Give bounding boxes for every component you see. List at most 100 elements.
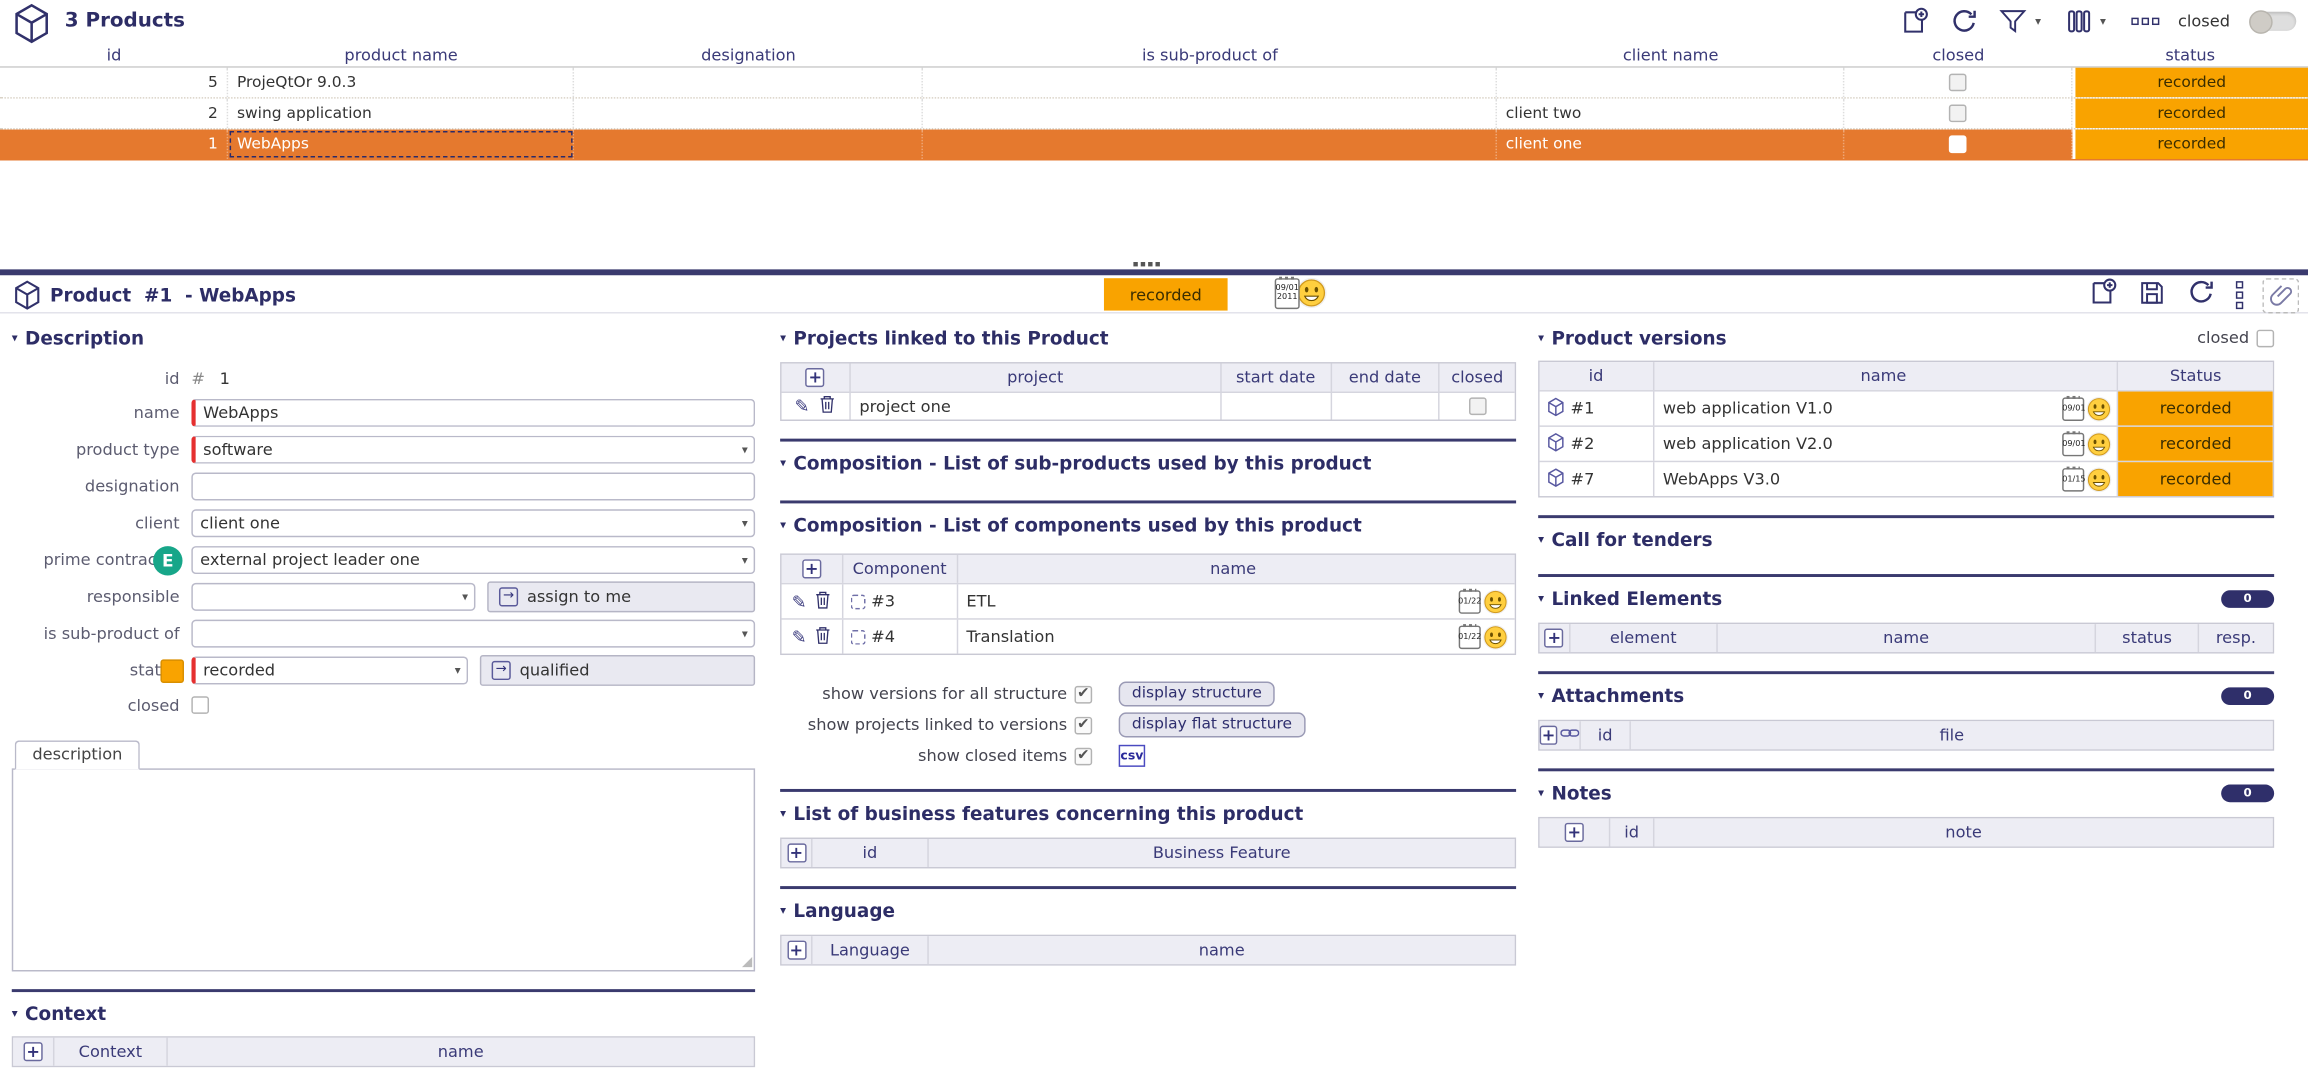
filter-icon[interactable]: ▾ <box>1998 9 2047 34</box>
version-cube-icon <box>1547 397 1565 421</box>
status-select[interactable]: recorded ▾ <box>191 656 468 684</box>
collapse-triangle-icon[interactable]: ▾ <box>780 807 786 820</box>
section-composition-subproducts[interactable]: ▾ Composition - List of sub-products use… <box>780 452 1516 474</box>
collapse-triangle-icon[interactable]: ▾ <box>12 331 18 344</box>
add-row-button[interactable]: + <box>1540 726 1558 745</box>
product-type-select[interactable]: software ▾ <box>191 436 755 464</box>
column-header-product-name[interactable]: product name <box>228 44 574 66</box>
qualified-button[interactable]: → qualified <box>480 655 755 686</box>
add-row-button[interactable]: + <box>802 559 821 578</box>
chevron-down-icon: ▾ <box>736 517 754 530</box>
column-header-client-name[interactable]: client name <box>1497 44 1844 66</box>
section-business-features[interactable]: ▾ List of business features concerning t… <box>780 802 1516 824</box>
component-row[interactable]: ✎ #3 ETL 01/22 <box>782 583 1515 618</box>
section-composition-components[interactable]: ▾ Composition - List of components used … <box>780 514 1516 536</box>
collapse-triangle-icon[interactable]: ▾ <box>780 904 786 917</box>
section-linked-elements[interactable]: ▾ Linked Elements <box>1538 587 1722 609</box>
edit-icon[interactable]: ✎ <box>792 591 807 612</box>
table-row-selected[interactable]: 1 WebApps client one recorded <box>0 130 2308 161</box>
section-call-for-tenders[interactable]: ▾ Call for tenders <box>1538 528 2274 550</box>
section-language[interactable]: ▾ Language <box>780 899 1516 921</box>
delete-icon[interactable] <box>814 590 832 614</box>
collapse-triangle-icon[interactable]: ▾ <box>1538 689 1544 702</box>
version-id: #1 <box>1571 399 1595 418</box>
section-attachments[interactable]: ▾ Attachments <box>1538 684 1684 706</box>
show-closed-checkbox[interactable]: ✔ <box>1075 747 1093 765</box>
refresh-icon[interactable] <box>2186 277 2217 314</box>
collapse-triangle-icon[interactable]: ▾ <box>1538 786 1544 799</box>
add-row-button[interactable]: + <box>24 1042 43 1061</box>
add-row-button[interactable]: + <box>787 843 806 862</box>
add-product-icon[interactable] <box>1898 6 1929 37</box>
closed-checkbox[interactable] <box>1949 135 1967 153</box>
refresh-icon[interactable] <box>1948 6 1979 37</box>
add-row-button[interactable]: + <box>1565 823 1584 842</box>
display-flat-structure-button[interactable]: display flat structure <box>1119 712 1306 737</box>
collapse-triangle-icon[interactable]: ▾ <box>1538 331 1544 344</box>
closed-checkbox[interactable] <box>191 696 209 714</box>
tab-description[interactable]: description <box>15 740 140 769</box>
version-row[interactable]: #1 web application V1.0 09/01 <box>1540 390 2273 425</box>
smiley-icon <box>1482 588 1508 614</box>
closed-checkbox[interactable] <box>1468 397 1486 415</box>
closed-checkbox[interactable] <box>1949 105 1967 123</box>
component-chip-icon <box>851 594 866 609</box>
project-row[interactable]: ✎ project one <box>782 392 1515 420</box>
edit-icon[interactable]: ✎ <box>795 396 810 417</box>
collapse-triangle-icon[interactable]: ▾ <box>780 518 786 531</box>
section-notes[interactable]: ▾ Notes <box>1538 782 1612 804</box>
more-menu-icon[interactable] <box>2236 278 2243 312</box>
show-versions-checkbox[interactable]: ✔ <box>1075 685 1093 703</box>
component-row[interactable]: ✎ #4 Translation <box>782 618 1515 653</box>
more-menu-icon[interactable] <box>2131 15 2159 28</box>
delete-icon[interactable] <box>814 625 832 649</box>
description-textarea[interactable]: ◢ <box>12 768 755 971</box>
add-context-cell: + <box>13 1038 54 1066</box>
option-label: show versions for all structure <box>780 684 1074 703</box>
collapse-triangle-icon[interactable]: ▾ <box>12 1007 18 1020</box>
display-structure-button[interactable]: display structure <box>1119 682 1275 707</box>
csv-export-icon[interactable]: csv <box>1119 745 1145 767</box>
designation-field[interactable] <box>191 472 755 500</box>
attachment-dropzone[interactable] <box>2262 277 2299 312</box>
client-select[interactable]: client one ▾ <box>191 509 755 537</box>
section-projects-linked[interactable]: ▾ Projects linked to this Product <box>780 327 1516 349</box>
add-row-button[interactable]: + <box>1545 629 1564 648</box>
delete-icon[interactable] <box>818 394 836 418</box>
name-field[interactable]: WebApps <box>191 399 755 427</box>
prime-contractor-select[interactable]: external project leader one ▾ <box>191 546 755 574</box>
stamp-date-bottom: 2011 <box>1277 293 1298 302</box>
column-header-sub-product[interactable]: is sub-product of <box>923 44 1497 66</box>
cell-sub-product <box>923 99 1497 128</box>
link-icon[interactable] <box>1560 726 1579 745</box>
column-header-status[interactable]: status <box>2072 44 2308 66</box>
table-row[interactable]: 2 swing application client two recorded <box>0 99 2308 130</box>
splitter-grip[interactable] <box>1133 262 1159 266</box>
sub-product-select[interactable]: ▾ <box>191 620 755 648</box>
save-icon[interactable] <box>2137 277 2166 312</box>
responsible-select[interactable]: ▾ <box>191 583 475 611</box>
collapse-triangle-icon[interactable]: ▾ <box>780 331 786 344</box>
column-header-closed[interactable]: closed <box>1844 44 2072 66</box>
section-context[interactable]: ▾ Context <box>12 1002 755 1024</box>
version-row[interactable]: #7 WebApps V3.0 01/15 <box>1540 461 2273 496</box>
version-row[interactable]: #2 web application V2.0 09/01 <box>1540 425 2273 460</box>
collapse-triangle-icon[interactable]: ▾ <box>1538 533 1544 546</box>
collapse-triangle-icon[interactable]: ▾ <box>780 456 786 469</box>
add-row-button[interactable]: + <box>806 368 825 387</box>
show-projects-checkbox[interactable]: ✔ <box>1075 716 1093 734</box>
columns-icon[interactable]: ▾ <box>2066 9 2112 34</box>
table-row[interactable]: 5 ProjeQtOr 9.0.3 recorded <box>0 68 2308 99</box>
resize-handle-icon[interactable]: ◢ <box>742 955 752 970</box>
closed-filter-checkbox[interactable] <box>2256 329 2274 347</box>
add-row-button[interactable]: + <box>787 941 806 960</box>
closed-checkbox[interactable] <box>1949 74 1967 92</box>
closed-toggle[interactable] <box>2249 12 2296 31</box>
section-description[interactable]: ▾ Description <box>12 327 755 349</box>
section-product-versions[interactable]: ▾ Product versions <box>1538 327 1726 349</box>
collapse-triangle-icon[interactable]: ▾ <box>1538 592 1544 605</box>
add-new-icon[interactable] <box>2087 277 2118 314</box>
edit-icon[interactable]: ✎ <box>792 626 807 647</box>
assign-to-me-button[interactable]: → assign to me <box>487 581 755 612</box>
column-header-designation[interactable]: designation <box>574 44 923 66</box>
